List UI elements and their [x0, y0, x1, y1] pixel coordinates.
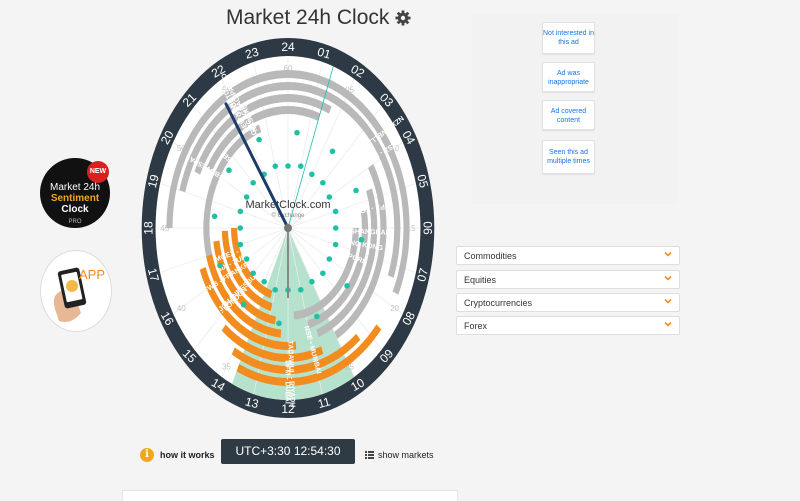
accordion-label: Cryptocurrencies: [464, 298, 533, 308]
hour-label: 24: [281, 40, 295, 54]
dot-marker: [332, 241, 339, 248]
dot-marker: [309, 278, 315, 285]
promo-line-4: PRO: [68, 219, 82, 225]
dot-marker: [261, 278, 267, 285]
dot-marker: [294, 129, 300, 136]
dot-marker: [256, 136, 262, 143]
how-it-works-label: how it works: [160, 450, 215, 460]
dot-marker: [326, 256, 333, 262]
accordion-label: Commodities: [464, 251, 517, 261]
chevron-down-icon: [664, 321, 672, 327]
accordion-cryptocurrencies[interactable]: Cryptocurrencies: [456, 293, 680, 312]
dot-marker: [329, 148, 336, 155]
ad-seen-multiple-button[interactable]: Seen this ad multiple times: [542, 140, 595, 174]
gear-icon[interactable]: [395, 10, 411, 26]
accordion-label: Forex: [464, 321, 488, 331]
dot-marker: [332, 208, 339, 215]
sentiment-clock-promo[interactable]: NEW Market 24h Sentiment Clock PRO: [40, 158, 110, 228]
page-header: Market 24h Clock: [226, 6, 411, 30]
content-card: [122, 490, 458, 501]
dot-marker: [211, 213, 218, 220]
show-markets-label: show markets: [378, 450, 434, 460]
accordion-forex[interactable]: Forex: [456, 316, 680, 335]
promo-line-3: Clock: [61, 204, 89, 215]
accordion-commodities[interactable]: Commodities: [456, 246, 680, 265]
ad-not-interested-button[interactable]: Not interested in this ad: [542, 22, 595, 54]
center-subbrand: © Exchange: [272, 212, 305, 219]
chevron-down-icon: [664, 275, 672, 281]
ad-covered-content-button[interactable]: Ad covered content: [542, 100, 595, 130]
dot-marker: [314, 313, 320, 320]
dot-marker: [240, 301, 247, 308]
dot-marker: [250, 179, 256, 186]
dot-marker: [272, 287, 279, 293]
chevron-down-icon: [664, 251, 672, 257]
minute-label: 40: [177, 304, 186, 313]
ad-inappropriate-button[interactable]: Ad was inappropriate: [542, 62, 595, 92]
dot-marker: [297, 287, 304, 293]
dot-marker: [320, 270, 326, 277]
minute-label: 35: [222, 363, 231, 372]
center-brand: MarketClock.com: [246, 199, 331, 211]
hour-label: 06: [420, 221, 434, 235]
dot-marker: [237, 225, 244, 231]
app-promo[interactable]: APP: [40, 250, 112, 332]
app-label: APP: [79, 267, 106, 282]
dot-marker: [226, 167, 232, 174]
dot-marker: [276, 320, 282, 327]
dot-marker: [320, 179, 326, 186]
accordion-equities[interactable]: Equities: [456, 270, 680, 289]
dot-marker: [237, 241, 244, 248]
utc-time-display: UTC+3:30 12:54:30: [221, 439, 355, 464]
how-it-works-link[interactable]: i how it works: [140, 448, 215, 462]
minute-label: 20: [390, 304, 399, 313]
dot-marker: [285, 163, 291, 169]
info-icon: i: [140, 448, 154, 462]
clock-center: [284, 224, 292, 232]
phone-in-hand-icon: [53, 267, 87, 322]
hour-label: 18: [142, 221, 156, 235]
dot-marker: [332, 225, 339, 231]
promo-line-1: Market 24h: [49, 182, 101, 193]
market-clock[interactable]: 24 01020304050607080910111213141516171819…: [140, 38, 440, 423]
dot-marker: [243, 256, 250, 262]
dot-marker: [250, 270, 256, 277]
market-label: DFM - DUBAI: [284, 360, 291, 404]
new-badge: NEW: [87, 161, 109, 183]
chevron-down-icon: [664, 298, 672, 304]
dot-marker: [217, 262, 223, 269]
dot-marker: [353, 187, 359, 194]
dot-marker: [272, 163, 279, 169]
dot-marker: [309, 171, 315, 178]
dot-marker: [358, 236, 365, 243]
page-title: Market 24h Clock: [226, 6, 390, 29]
accordion-label: Equities: [464, 275, 497, 285]
show-markets-button[interactable]: show markets: [365, 450, 434, 460]
dot-marker: [297, 163, 304, 169]
dot-marker: [344, 282, 350, 289]
dot-marker: [237, 208, 244, 215]
list-icon: [365, 451, 374, 459]
promo-line-2: Sentiment: [50, 193, 100, 204]
